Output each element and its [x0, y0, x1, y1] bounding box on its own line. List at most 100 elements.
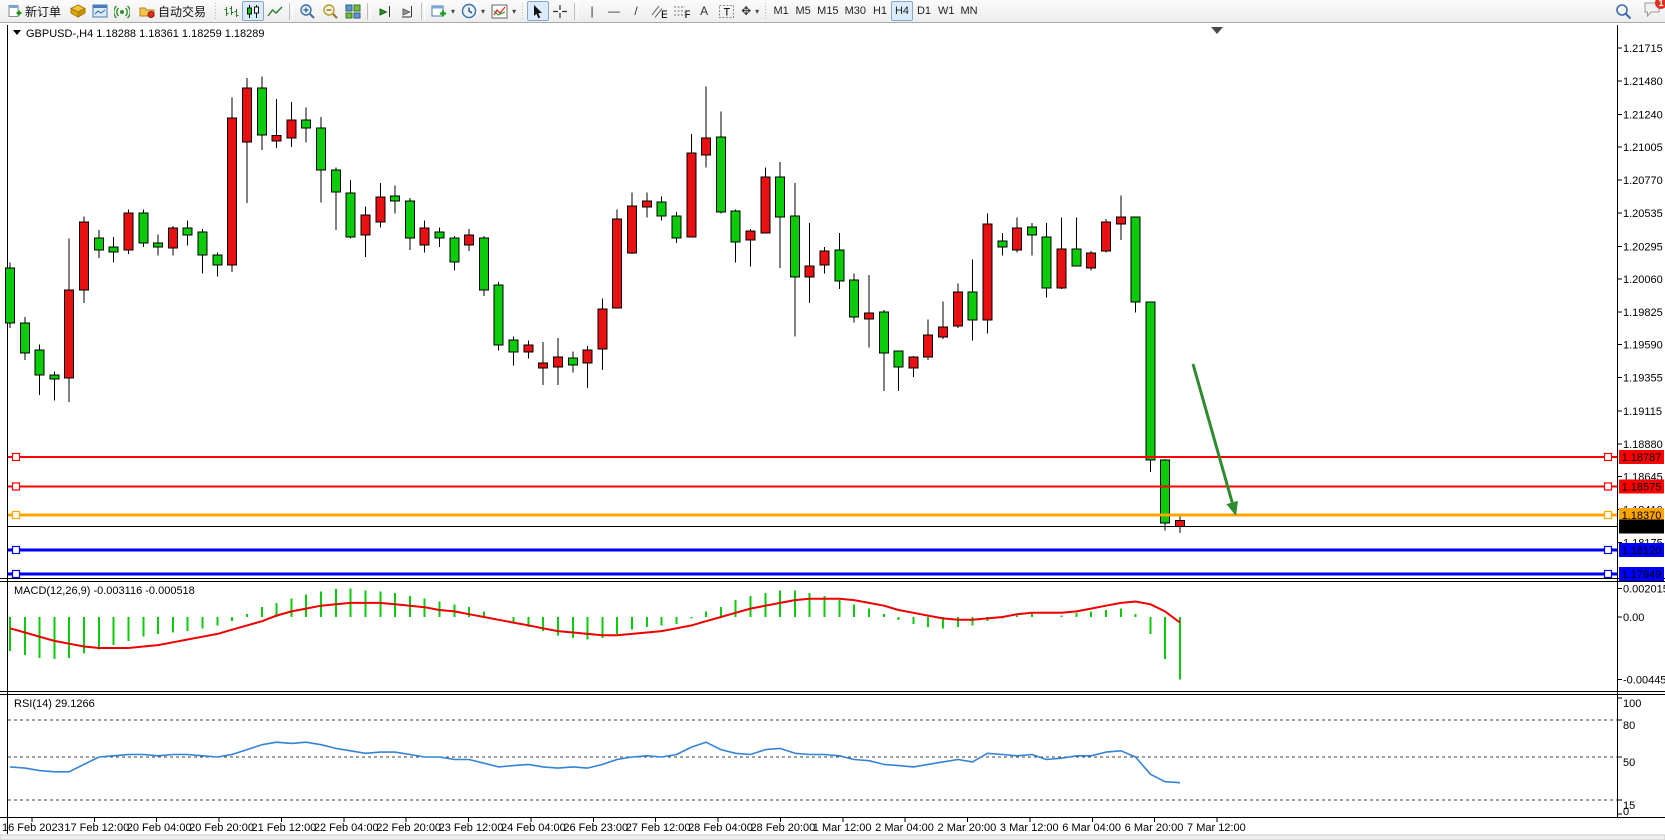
text-tool-button[interactable]: A	[693, 1, 715, 21]
time-tick-label: 22 Feb 20:00	[376, 822, 441, 834]
candle-body	[554, 357, 563, 367]
candle	[983, 214, 992, 334]
price-tick-label: 1.19825	[1623, 307, 1663, 319]
bar-chart-button[interactable]	[220, 1, 242, 21]
candle-body	[332, 170, 341, 192]
candle-body	[6, 268, 15, 323]
line-drag-handle[interactable]	[13, 512, 20, 519]
toolbar-right-group: 1	[1612, 1, 1661, 22]
crosshair-tool-button[interactable]	[549, 1, 571, 21]
candle-body	[1013, 228, 1022, 250]
time-tick-label: 23 Feb 12:00	[439, 822, 504, 834]
candle-body	[865, 313, 874, 319]
time-tick-label: 27 Feb 12:00	[626, 822, 691, 834]
candle	[6, 263, 15, 329]
text-label-tool-button[interactable]: T	[715, 1, 738, 21]
candle-body	[420, 228, 429, 245]
timeframe-m5-button[interactable]: M5	[792, 1, 814, 21]
candle-body	[50, 375, 59, 379]
line-drag-handle[interactable]	[1605, 454, 1612, 461]
line-drag-handle[interactable]	[1605, 547, 1612, 554]
price-chart-svg: GBPUSD-,H4 1.18288 1.18361 1.18259 1.182…	[0, 23, 1665, 840]
timeframe-d1-button[interactable]: D1	[913, 1, 935, 21]
new-order-button[interactable]: 新订单	[2, 1, 67, 21]
candle	[80, 217, 89, 304]
line-drag-handle[interactable]	[1605, 571, 1612, 578]
timeframe-w1-button[interactable]: W1	[935, 1, 958, 21]
cursor-tool-button[interactable]	[527, 1, 549, 21]
candle-body	[480, 238, 489, 290]
line-drag-handle[interactable]	[13, 454, 20, 461]
line-drag-handle[interactable]	[13, 571, 20, 578]
notifications-button[interactable]: 1	[1643, 1, 1661, 22]
chart-background	[0, 23, 1665, 840]
tile-windows-button[interactable]	[342, 1, 364, 21]
timeframe-h1-button[interactable]: H1	[869, 1, 891, 21]
line-drag-handle[interactable]	[13, 547, 20, 554]
new-chart-button[interactable]: ▾	[428, 1, 458, 21]
market-watch-button[interactable]	[67, 1, 89, 21]
zoom-in-button[interactable]	[296, 1, 319, 21]
templates-button[interactable]: ▾	[488, 1, 519, 21]
candle-body	[302, 120, 311, 128]
candle-body	[391, 196, 400, 201]
trendline-tool-button[interactable]: /	[625, 1, 647, 21]
candle-body	[909, 357, 918, 368]
toolbar-grip	[764, 3, 768, 19]
time-tick-label: 24 Feb 04:00	[501, 822, 566, 834]
candle-body	[435, 232, 444, 238]
candle-body	[450, 238, 459, 262]
candle-body	[1131, 217, 1140, 302]
fibonacci-tool-button[interactable]: F	[670, 1, 693, 21]
candle-body	[672, 216, 681, 238]
timeframe-m1-button[interactable]: M1	[770, 1, 792, 21]
timeframe-m15-button[interactable]: M15	[814, 1, 841, 21]
auto-scroll-button[interactable]	[396, 1, 418, 21]
zoom-out-icon	[322, 3, 339, 19]
new-order-icon	[8, 4, 22, 18]
toolbar-separator	[421, 3, 425, 20]
candle-body	[746, 231, 755, 240]
periods-button[interactable]: ▾	[458, 1, 488, 21]
candle	[672, 212, 681, 243]
candle-body	[539, 363, 548, 368]
price-tag-label: 1.18120	[1622, 545, 1662, 557]
line-chart-button[interactable]	[264, 1, 286, 21]
candle	[480, 236, 489, 296]
search-button[interactable]	[1612, 1, 1635, 21]
candle	[1146, 302, 1155, 473]
terminal-window-button[interactable]	[89, 1, 111, 21]
candle-body	[805, 266, 814, 277]
price-tick-label: 1.19355	[1623, 373, 1663, 385]
candle-body	[983, 224, 992, 320]
zoom-out-button[interactable]	[319, 1, 342, 21]
line-drag-handle[interactable]	[13, 483, 20, 490]
candle-body	[850, 280, 859, 317]
vertical-line-tool-button[interactable]: |	[581, 1, 603, 21]
timeframe-mn-button[interactable]: MN	[957, 1, 980, 21]
candle-body	[643, 201, 652, 207]
equidistant-channel-tool-button[interactable]: E	[647, 1, 670, 21]
timeframe-m30-button[interactable]: M30	[842, 1, 869, 21]
horizontal-line-tool-button[interactable]: —	[603, 1, 625, 21]
line-drag-handle[interactable]	[1605, 483, 1612, 490]
candle-body	[287, 120, 296, 138]
candle-body	[376, 197, 385, 222]
candle-body	[346, 193, 355, 237]
chart-shift-button[interactable]	[374, 1, 396, 21]
signals-button[interactable]	[111, 1, 133, 21]
candle-body	[776, 177, 785, 217]
candle-body	[880, 312, 889, 353]
equidistant-channel-icon: E	[650, 4, 667, 19]
auto-trading-button[interactable]: 自动交易	[133, 1, 212, 21]
arrows-tool-button[interactable]: ✥ ▾	[738, 1, 762, 21]
candle-body	[924, 335, 933, 357]
line-drag-handle[interactable]	[1605, 512, 1612, 519]
candle-body	[894, 351, 903, 367]
candlestick-chart-button[interactable]	[242, 1, 264, 21]
timeframe-h4-button[interactable]: H4	[891, 1, 913, 21]
candle-body	[939, 327, 948, 337]
time-tick-label: 2 Mar 20:00	[938, 822, 997, 834]
time-tick-label: 22 Feb 04:00	[314, 822, 379, 834]
time-tick-label: 20 Feb 04:00	[127, 822, 192, 834]
